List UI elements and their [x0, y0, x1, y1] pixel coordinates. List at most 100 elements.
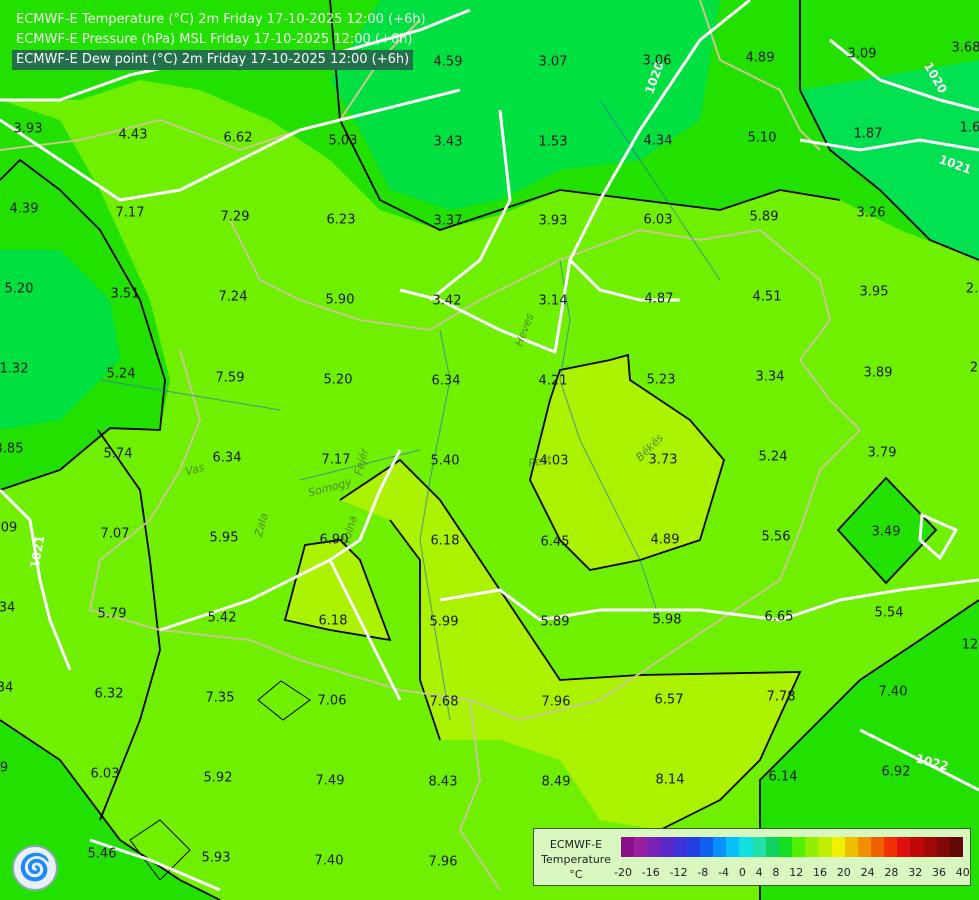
legend-dewpoint[interactable]: ECMWF-E Dew point (°C) 2m Friday 17-10-2… — [12, 50, 414, 70]
temperature-value: 4.21 — [539, 374, 568, 389]
scale-swatch — [726, 837, 740, 857]
scale-swatch — [673, 837, 687, 857]
temperature-value: 4.43 — [119, 128, 148, 143]
color-scale: ECMWF-E Temperature °C -20 -16 -12 -8 -4 0 4 8 1… — [533, 828, 971, 886]
temperature-value: 6.03 — [91, 767, 120, 782]
temperature-value: 7.40 — [315, 854, 344, 869]
temperature-value: 7.24 — [219, 290, 248, 305]
temperature-value: 7.29 — [221, 210, 250, 225]
temperature-value: 5.54 — [875, 606, 904, 621]
temperature-value: 1.87 — [854, 127, 883, 142]
temperature-value: 4.89 — [651, 533, 680, 548]
scale-swatch — [713, 837, 727, 857]
temperature-value: 3.93 — [14, 122, 43, 137]
temperature-value: 7.40 — [879, 685, 908, 700]
scale-title-line-2: Temperature — [541, 853, 611, 866]
temperature-value: 6.18 — [319, 614, 348, 629]
temperature-value: 6.18 — [431, 534, 460, 549]
temperature-value: 3.79 — [868, 446, 897, 461]
temperature-value: 3.14 — [539, 294, 568, 309]
temperature-value: 4.87 — [645, 292, 674, 307]
scale-tick: 24 — [860, 866, 875, 879]
temperature-value: 4.59 — [434, 55, 463, 70]
temperature-value: 5.93 — [202, 851, 231, 866]
temperature-value: 7.78 — [767, 690, 796, 705]
scale-swatch — [792, 837, 806, 857]
scale-swatch — [778, 837, 793, 857]
temperature-value: 8.43 — [429, 775, 458, 790]
temperature-value: 6.57 — [655, 693, 684, 708]
temperature-value: 5.20 — [5, 282, 34, 297]
temperature-value: 6.34 — [432, 374, 461, 389]
legend-temperature[interactable]: ECMWF-E Temperature (°C) 2m Friday 17-10… — [12, 10, 430, 30]
temperature-value: 6.62 — [224, 131, 253, 146]
forecast-map: 1020 1020102110211022 VasSomogyFejérZala T… — [0, 0, 979, 900]
temperature-value: 5.90 — [326, 293, 355, 308]
temperature-value: 34 — [0, 601, 15, 616]
scale-swatch — [910, 837, 924, 857]
temperature-value: 3.49 — [872, 525, 901, 540]
temperature-value: 5.99 — [430, 615, 459, 630]
temperature-value: 9 — [0, 761, 8, 776]
temperature-value: 6.65 — [765, 610, 794, 625]
temperature-value: 1.53 — [539, 135, 568, 150]
scale-swatch — [884, 837, 898, 857]
temperature-value: 7.49 — [316, 774, 345, 789]
scale-swatch — [857, 837, 871, 857]
temperature-value: 8.49 — [542, 775, 571, 790]
temperature-value: 3.26 — [857, 206, 886, 221]
temperature-value: 3.73 — [649, 453, 678, 468]
temperature-value: 5.89 — [541, 615, 570, 630]
temperature-value: 4.34 — [644, 134, 673, 149]
temperature-value: 7.96 — [429, 855, 458, 870]
scale-swatch — [923, 837, 937, 857]
temperature-value: 5.79 — [98, 607, 127, 622]
temperature-value: 7.96 — [542, 695, 571, 710]
scale-tick: -12 — [669, 866, 688, 879]
temperature-value: 6.45 — [541, 535, 570, 550]
temperature-value: 3.51 — [111, 287, 140, 302]
temperature-value: 12 — [962, 638, 979, 653]
temperature-value: 5.46 — [88, 847, 117, 862]
temperature-value: 5.24 — [759, 450, 788, 465]
temperature-value: 5.03 — [329, 134, 358, 149]
scale-tick: 8 — [772, 866, 780, 879]
temperature-value: 7.68 — [430, 695, 459, 710]
temperature-value: 5.98 — [653, 613, 682, 628]
temperature-value: 7.59 — [216, 371, 245, 386]
legend-pressure[interactable]: ECMWF-E Pressure (hPa) MSL Friday 17-10-… — [12, 30, 416, 50]
scale-swatch — [739, 837, 753, 857]
temperature-value: 6.90 — [320, 533, 349, 548]
temperature-value: 34 — [0, 681, 13, 696]
temperature-value: 1.32 — [0, 362, 28, 377]
scale-tick: 4 — [755, 866, 763, 879]
temperature-value: 6.03 — [644, 213, 673, 228]
temperature-value: 5.42 — [208, 611, 237, 626]
scale-swatch — [621, 837, 635, 857]
scale-swatch — [818, 837, 832, 857]
temperature-value: 7.17 — [116, 206, 145, 221]
scale-swatch — [805, 837, 819, 857]
temperature-value: 6.34 — [213, 451, 242, 466]
temperature-value: 6.23 — [327, 213, 356, 228]
temperature-value: 4.89 — [746, 51, 775, 66]
scale-swatch — [699, 837, 714, 857]
scale-swatch — [870, 837, 885, 857]
temperature-value: 3.89 — [864, 366, 893, 381]
temperature-value: 2. — [966, 282, 978, 297]
scale-title-line-1: ECMWF-E — [549, 838, 603, 851]
scale-swatch — [949, 837, 964, 857]
temperature-value: 3.42 — [433, 294, 462, 309]
scale-swatch — [647, 837, 661, 857]
scale-color-bar — [621, 837, 964, 857]
temperature-value: 5.10 — [748, 131, 777, 146]
scale-swatch — [752, 837, 766, 857]
scale-tick: 40 — [955, 866, 970, 879]
scale-ticks: -20 -16 -12 -8 -4 0 4 8 12 16 20 24 28 32 36 40 — [614, 866, 970, 879]
temperature-value: 5.40 — [431, 454, 460, 469]
scale-swatch — [765, 837, 779, 857]
scale-tick: -4 — [718, 866, 730, 879]
header-legend: ECMWF-E Temperature (°C) 2m Friday 17-10… — [12, 10, 430, 70]
scale-tick: 36 — [932, 866, 946, 879]
temperature-value: 7.35 — [206, 691, 235, 706]
